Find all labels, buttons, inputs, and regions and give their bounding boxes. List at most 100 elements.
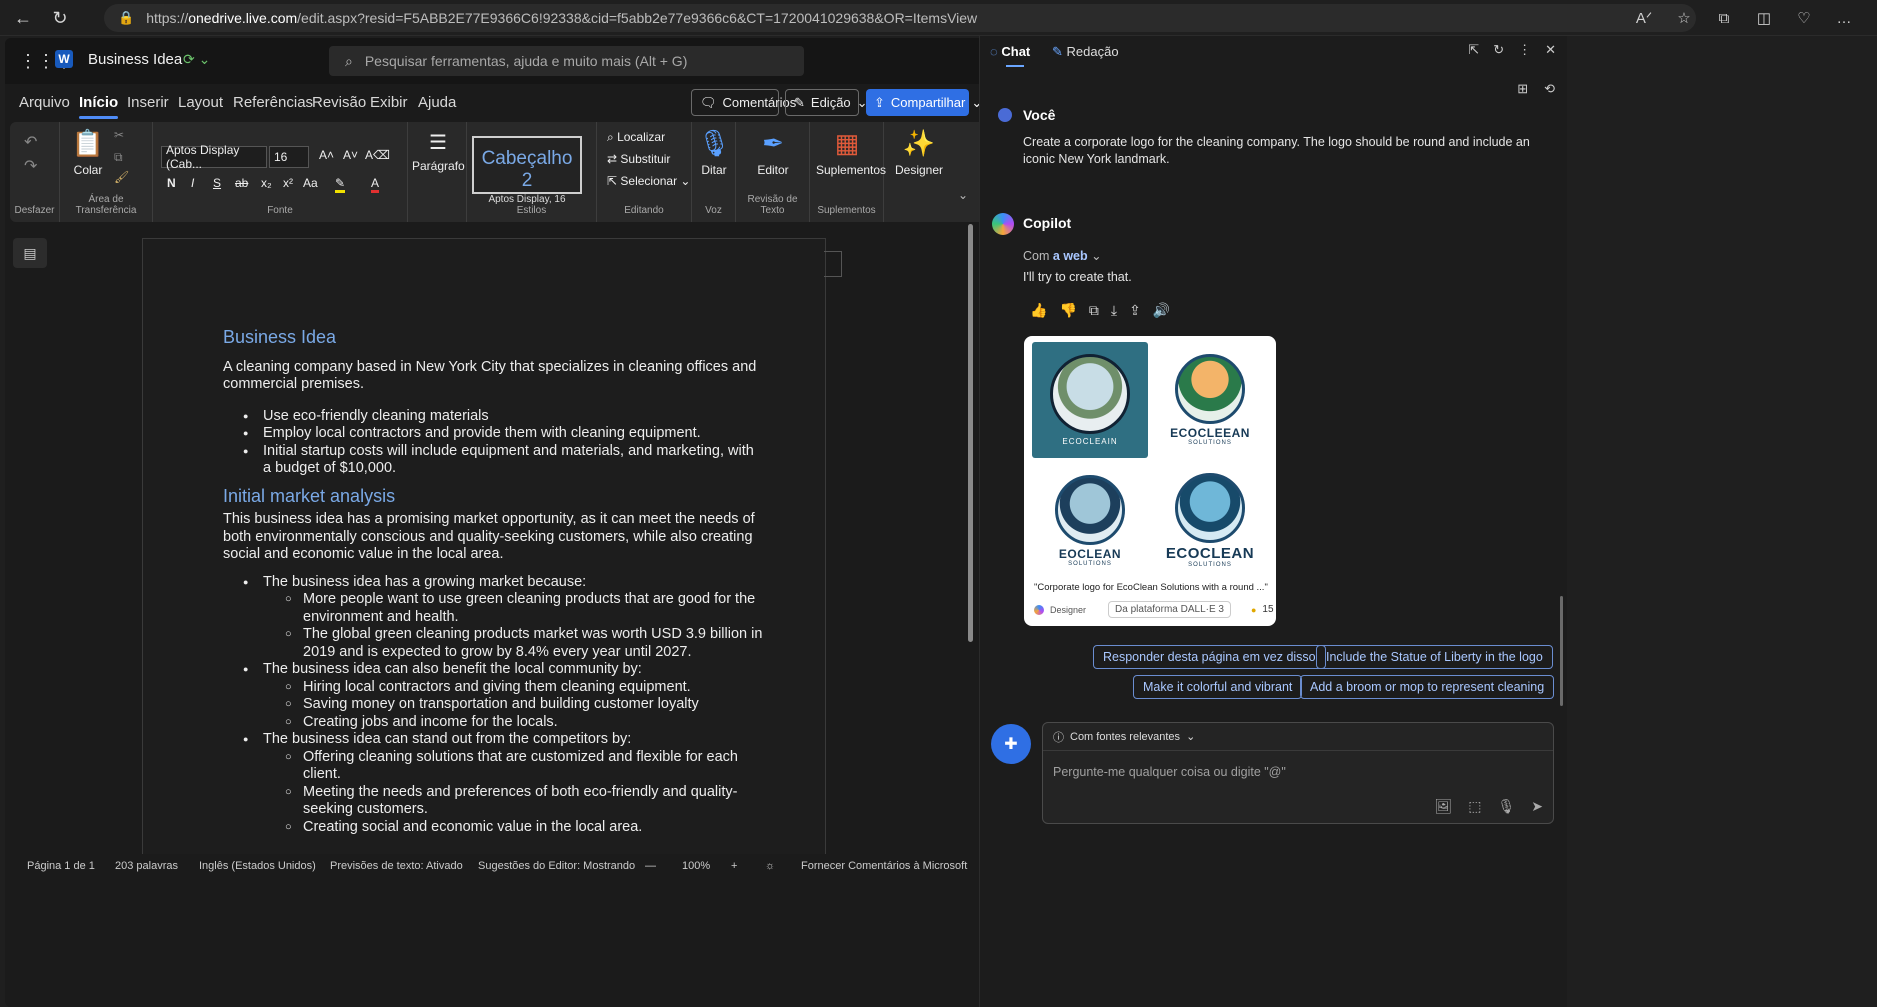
- find-button[interactable]: ⌕ Localizar: [607, 130, 665, 145]
- superscript-icon[interactable]: x²: [283, 176, 293, 190]
- thumbs-up-icon[interactable]: 👍: [1030, 302, 1047, 319]
- style-heading2[interactable]: Cabeçalho 2 Aptos Display, 16: [472, 136, 582, 205]
- zoom-in-icon[interactable]: +: [731, 860, 737, 872]
- tab-referencias[interactable]: Referências: [233, 94, 313, 111]
- image-caption[interactable]: "Corporate logo for EcoClean Solutions w…: [1034, 582, 1268, 593]
- more-options-icon[interactable]: ⋮: [1518, 42, 1531, 58]
- replace-button[interactable]: ⇄ Substituir: [607, 152, 670, 166]
- zoom-out-icon[interactable]: —: [645, 860, 656, 872]
- comment-margin-marker[interactable]: [824, 251, 842, 277]
- document-page[interactable]: Business Idea A cleaning company based i…: [142, 238, 826, 858]
- undo-icon[interactable]: ↶: [24, 132, 37, 152]
- new-topic-button[interactable]: ✚: [991, 724, 1031, 764]
- tab-arquivo[interactable]: Arquivo: [19, 94, 70, 111]
- generated-image-2[interactable]: ECOCLEEAN SOLUTIONS: [1152, 342, 1268, 458]
- list-item[interactable]: Hiring local contractors and giving them…: [223, 679, 763, 697]
- tab-inicio[interactable]: Início: [79, 94, 119, 119]
- generated-image-4[interactable]: ECOCLEAN SOLUTIONS: [1152, 461, 1268, 580]
- language-status[interactable]: Inglês (Estados Unidos): [199, 860, 316, 872]
- list-item[interactable]: Saving money on transportation and build…: [223, 696, 763, 714]
- list-item[interactable]: Use eco-friendly cleaning materials: [223, 408, 763, 426]
- copy-icon[interactable]: ⧉: [1089, 302, 1099, 319]
- italic-icon[interactable]: I: [191, 176, 194, 190]
- designer-button[interactable]: ✨ Designer: [890, 128, 948, 177]
- addins-button[interactable]: ▦ Suplementos: [816, 128, 886, 177]
- feedback-link[interactable]: Fornecer Comentários à Microsoft: [801, 860, 967, 872]
- paragraph-button[interactable]: ☰ Parágrafo: [412, 130, 465, 173]
- strikethrough-icon[interactable]: ab: [235, 176, 248, 190]
- search-input[interactable]: ⌕ Pesquisar ferramentas, ajuda e muito m…: [329, 46, 804, 76]
- word-count[interactable]: 203 palavras: [115, 860, 178, 872]
- heading-business-idea[interactable]: Business Idea: [223, 328, 763, 347]
- comments-button[interactable]: 🗨 Comentários: [691, 89, 796, 116]
- tab-inserir[interactable]: Inserir: [127, 94, 169, 111]
- tab-compose[interactable]: ✎ Redação: [1052, 44, 1119, 60]
- refresh-icon[interactable]: ↻: [1493, 42, 1504, 58]
- copilot-scrollbar[interactable]: [1560, 596, 1563, 706]
- font-name-select[interactable]: Aptos Display (Cab...: [161, 143, 267, 171]
- generated-image-1[interactable]: ECOCLEAIN: [1032, 342, 1148, 458]
- list-item[interactable]: The business idea can also benefit the l…: [223, 661, 763, 679]
- list-item[interactable]: Offering cleaning solutions that are cus…: [223, 749, 763, 784]
- address-bar[interactable]: 🔒 https://onedrive.live.com/edit.aspx?re…: [104, 4, 1696, 32]
- split-screen-icon[interactable]: ◫: [1749, 3, 1779, 33]
- highlight-icon[interactable]: ✎: [335, 176, 346, 193]
- designer-label[interactable]: Designer: [1050, 605, 1086, 615]
- save-status-icon[interactable]: ⟳ ⌄: [183, 51, 210, 68]
- suggestion-chip[interactable]: Make it colorful and vibrant: [1133, 675, 1303, 699]
- read-aloud-icon[interactable]: Aᐟ: [1629, 3, 1659, 33]
- browser-menu-icon[interactable]: …: [1829, 3, 1859, 33]
- back-button[interactable]: ←: [8, 3, 38, 33]
- suggestion-chip[interactable]: Responder desta página em vez disso: [1093, 645, 1326, 669]
- redo-icon[interactable]: ↷: [24, 156, 37, 176]
- font-color-icon[interactable]: A: [371, 176, 380, 193]
- suggestion-chip[interactable]: Include the Statue of Liberty in the log…: [1316, 645, 1553, 669]
- tab-layout[interactable]: Layout: [178, 94, 223, 111]
- document-scrollbar[interactable]: [968, 224, 973, 642]
- suggestion-chip[interactable]: Add a broom or mop to represent cleaning: [1300, 675, 1555, 699]
- paste-button[interactable]: 📋 Colar: [68, 128, 108, 177]
- refresh-button[interactable]: ↻: [45, 3, 75, 33]
- format-painter-icon[interactable]: 🖌: [114, 170, 129, 184]
- speaker-icon[interactable]: 🔊: [1153, 302, 1170, 319]
- underline-icon[interactable]: S: [213, 176, 221, 190]
- download-icon[interactable]: ⤓: [1111, 302, 1117, 319]
- apps-icon[interactable]: ⊞: [1517, 81, 1528, 97]
- font-size-select[interactable]: 16: [269, 146, 309, 168]
- shrink-font-icon[interactable]: A˅: [343, 148, 358, 162]
- favorite-star-icon[interactable]: ☆: [1669, 3, 1699, 33]
- zoom-level[interactable]: 100%: [682, 860, 710, 872]
- list-item[interactable]: The business idea can stand out from the…: [223, 731, 763, 749]
- dictate-button[interactable]: 🎙 Ditar: [696, 128, 732, 177]
- favorites-icon[interactable]: ♡: [1789, 3, 1819, 33]
- list-item[interactable]: The global green cleaning products marke…: [223, 626, 763, 661]
- editing-mode-button[interactable]: ✎ Edição ⌄: [785, 89, 868, 116]
- navigation-pane-icon[interactable]: ▤: [13, 238, 47, 268]
- open-in-new-icon[interactable]: ⇱: [1468, 42, 1479, 58]
- focus-mode-icon[interactable]: ☼: [765, 860, 775, 872]
- close-icon[interactable]: ✕: [1545, 42, 1556, 58]
- cut-icon[interactable]: ✂: [114, 128, 124, 142]
- analysis-paragraph[interactable]: This business idea has a promising marke…: [223, 511, 763, 564]
- share-button[interactable]: ⇪ Compartilhar ⌄: [866, 89, 982, 116]
- source-toggle[interactable]: Com a web ⌄: [1023, 248, 1102, 265]
- history-icon[interactable]: ⟲: [1544, 81, 1555, 97]
- page-count[interactable]: Página 1 de 1: [27, 860, 95, 872]
- list-item[interactable]: Employ local contractors and provide the…: [223, 425, 763, 443]
- list-item[interactable]: Creating social and economic value in th…: [223, 819, 763, 837]
- bold-icon[interactable]: N: [167, 176, 176, 190]
- clear-format-icon[interactable]: A⌫: [365, 148, 390, 162]
- heading-market-analysis[interactable]: Initial market analysis: [223, 487, 763, 506]
- editor-suggestions-status[interactable]: Sugestões do Editor: Mostrando: [478, 860, 635, 872]
- document-title[interactable]: Business Idea: [88, 51, 182, 68]
- share-icon[interactable]: ⇪: [1129, 302, 1141, 319]
- sources-selector[interactable]: ⓘ Com fontes relevantes ⌄: [1043, 723, 1553, 751]
- generated-image-3[interactable]: EOCLEAN SOLUTIONS: [1032, 461, 1148, 580]
- ribbon-collapse-icon[interactable]: ⌄: [958, 188, 968, 202]
- tab-ajuda[interactable]: Ajuda: [418, 94, 456, 111]
- list-item[interactable]: Creating jobs and income for the locals.: [223, 714, 763, 732]
- list-item[interactable]: Initial startup costs will include equip…: [223, 443, 763, 478]
- chat-input[interactable]: Pergunte-me qualquer coisa ou digite "@": [1053, 765, 1286, 779]
- list-item[interactable]: More people want to use green cleaning p…: [223, 591, 763, 626]
- list-item[interactable]: Meeting the needs and preferences of bot…: [223, 784, 763, 819]
